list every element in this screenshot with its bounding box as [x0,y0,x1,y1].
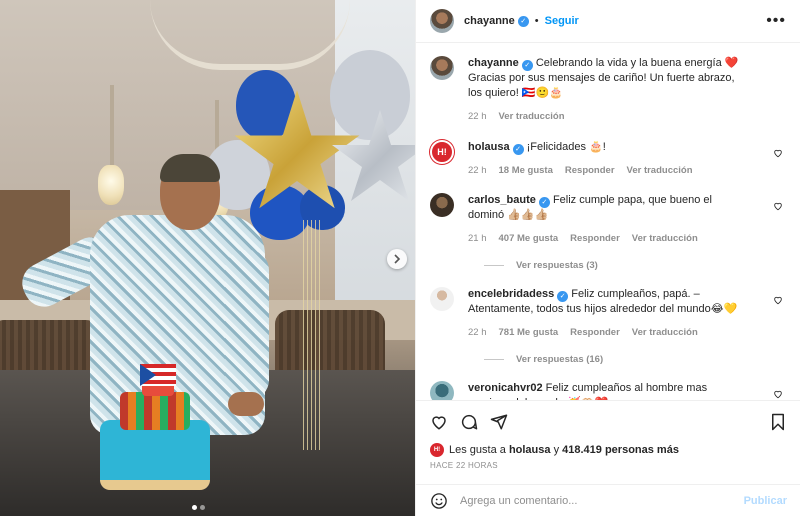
verified-badge-icon: ✓ [557,291,569,302]
liker-avatar: H! [430,443,444,457]
comment-text: ¡Felicidades 🎂! [526,141,606,153]
post-photo[interactable] [0,0,415,516]
likes-summary[interactable]: H! Les gusta a holausa y 418.419 persona… [430,443,679,457]
comment-likes[interactable]: 407 Me gusta [499,231,559,246]
comment-item: encelebridadess ✓ Feliz cumpleaños, papá.… [430,287,787,340]
more-options-icon[interactable]: ••• [766,12,786,30]
comment-time: 21 h [468,233,487,244]
commenter-avatar[interactable]: H! [430,140,454,164]
comments-list[interactable]: chayanne ✓ Celebrando la vida y la buena … [416,44,800,400]
post-header: chayanne ✓ • Seguir ••• [416,0,800,43]
likes-prefix: Les gusta a [449,444,506,456]
follow-button[interactable]: Seguir [545,15,579,27]
heart-icon[interactable] [773,201,783,214]
carousel-dot [192,505,197,510]
caption: chayanne ✓ Celebrando la vida y la buena … [430,56,787,124]
carousel-dots [192,505,205,510]
verified-badge-icon: ✓ [538,197,550,208]
likes-conjunction: y [553,444,560,456]
comment-icon[interactable] [460,413,478,431]
author-avatar[interactable] [430,56,454,80]
add-comment-bar: Publicar [416,484,800,516]
post-side-panel: chayanne ✓ • Seguir ••• chayanne ✓ Celebr… [415,0,800,516]
verified-badge-icon: ✓ [512,144,524,155]
photo-flag [140,364,176,386]
photo-lamp [98,165,124,205]
share-icon[interactable] [490,413,508,431]
liker-username[interactable]: holausa [509,444,551,456]
photo-balloon [330,50,410,140]
comment-item: veronicahvr02 Feliz cumpleaños al hombre… [430,381,787,400]
photo-cake [100,420,210,490]
emoji-icon[interactable] [430,492,448,510]
commenter-avatar[interactable] [430,381,454,400]
post-timestamp: HACE 22 HORAS [430,461,498,470]
carousel-dot [200,505,205,510]
photo-person-hand [228,392,264,416]
comment-time: 22 h [468,165,487,176]
comment-likes[interactable]: 18 Me gusta [499,163,553,178]
likes-count[interactable]: 418.419 personas más [562,444,679,456]
photo-balloon-strings [300,220,320,450]
verified-badge-icon: ✓ [521,60,533,71]
caption-username[interactable]: chayanne [468,57,519,69]
comment-item: carlos_baute ✓ Feliz cumple papa, que bue… [430,193,787,246]
header-separator: • [534,15,539,27]
heart-icon[interactable] [773,389,783,400]
commenter-username[interactable]: holausa [468,141,510,153]
photo-cake-tier [120,392,190,430]
heart-icon[interactable] [773,148,783,161]
heart-icon[interactable] [773,295,783,308]
post-actions [416,400,800,443]
reply-button[interactable]: Responder [570,325,620,340]
comment-likes[interactable]: 781 Me gusta [499,325,559,340]
view-replies-button[interactable]: Ver respuestas (16) [484,354,787,365]
commenter-avatar[interactable] [430,287,454,311]
photo-person-arm [225,250,269,400]
author-avatar[interactable] [430,9,454,33]
post-comment-button[interactable]: Publicar [744,495,787,507]
photo-person-cap [160,154,220,182]
author-username[interactable]: chayanne [464,15,515,27]
translate-link[interactable]: Ver traducción [632,325,698,340]
reply-button[interactable]: Responder [565,163,615,178]
commenter-username[interactable]: encelebridadess [468,288,554,300]
reply-button[interactable]: Responder [570,231,620,246]
verified-badge-icon: ✓ [517,15,529,27]
comment-time: 22 h [468,327,487,338]
commenter-avatar[interactable] [430,193,454,217]
translate-link[interactable]: Ver traducción [499,109,565,124]
translate-link[interactable]: Ver traducción [627,163,693,178]
bookmark-icon[interactable] [769,413,787,431]
chevron-right-icon[interactable] [387,249,407,269]
comment-input[interactable] [460,494,730,507]
caption-time: 22 h [468,111,487,122]
heart-icon[interactable] [430,413,448,431]
translate-link[interactable]: Ver traducción [632,231,698,246]
view-replies-button[interactable]: Ver respuestas (3) [484,260,787,271]
commenter-username[interactable]: carlos_baute [468,194,536,206]
commenter-username[interactable]: veronicahvr02 [468,382,543,394]
comment-item: H! holausa ✓ ¡Felicidades 🎂! 22 h 18 Me g… [430,140,787,178]
